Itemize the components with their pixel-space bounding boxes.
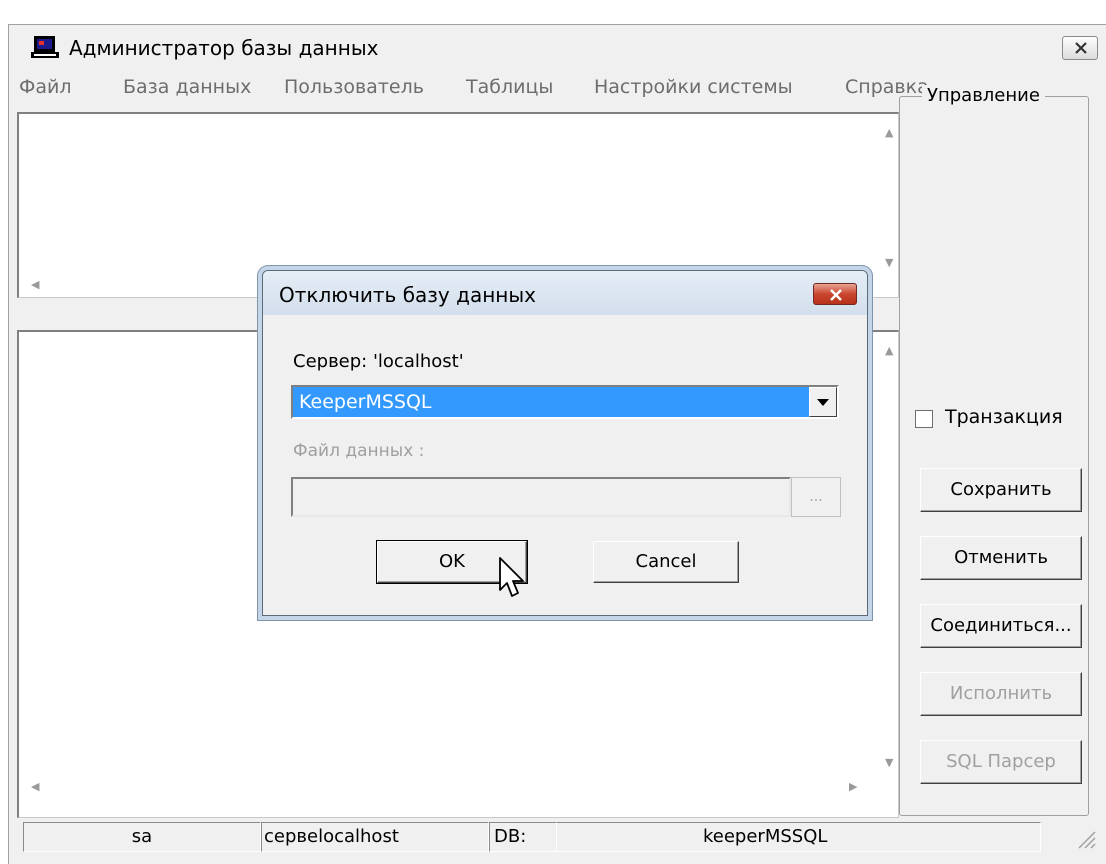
menu-file[interactable]: Файл: [19, 76, 72, 98]
menu-tables[interactable]: Таблицы: [466, 76, 553, 98]
status-db-label: DB:: [489, 822, 557, 852]
connect-button[interactable]: Соединиться...: [920, 604, 1082, 648]
dialog-close-button[interactable]: [813, 283, 857, 305]
window-close-button[interactable]: [1062, 36, 1098, 60]
execute-button[interactable]: Исполнить: [920, 672, 1082, 716]
dialog-title: Отключить базу данных: [279, 283, 536, 307]
status-bar: sa сервеlocalhost DB: keeperMSSQL: [17, 822, 1102, 852]
save-button[interactable]: Сохранить: [920, 468, 1082, 512]
status-server: сервеlocalhost: [261, 822, 489, 852]
resize-grip-icon[interactable]: [1073, 826, 1097, 850]
datafile-field[interactable]: [291, 477, 791, 517]
dialog-title-bar: Отключить базу данных: [263, 271, 867, 315]
dropdown-button[interactable]: [809, 387, 837, 417]
transaction-label: Транзакция: [945, 406, 1063, 428]
detach-database-dialog: Отключить базу данных Сервер: 'localhost…: [262, 270, 868, 616]
checkbox-box[interactable]: [915, 410, 933, 428]
scroll-right-icon[interactable]: ▶: [849, 780, 857, 793]
mouse-pointer-icon: [499, 557, 524, 597]
scroll-up-icon[interactable]: ▲: [885, 126, 893, 139]
control-group-label: Управление: [922, 85, 1045, 106]
scroll-down-icon[interactable]: ▼: [885, 256, 893, 269]
chevron-down-icon: [817, 399, 829, 406]
scroll-up-icon[interactable]: ▲: [885, 344, 893, 357]
browse-button[interactable]: ...: [791, 477, 841, 517]
cancel-changes-button[interactable]: Отменить: [920, 536, 1082, 580]
cancel-button[interactable]: Cancel: [593, 541, 739, 583]
selected-database: KeeperMSSQL: [299, 391, 432, 413]
server-label: Сервер: 'localhost': [293, 351, 464, 372]
close-icon: [830, 289, 842, 301]
menu-user[interactable]: Пользователь: [284, 76, 424, 98]
menu-system-settings[interactable]: Настройки системы: [594, 76, 793, 98]
status-db-name: keeperMSSQL: [557, 822, 1041, 852]
status-user: sa: [23, 822, 261, 852]
app-icon: [31, 36, 59, 58]
close-icon: [1075, 42, 1087, 54]
datafile-label: Файл данных :: [293, 441, 425, 461]
scroll-down-icon[interactable]: ▼: [885, 756, 893, 769]
menu-database[interactable]: База данных: [123, 76, 251, 98]
scroll-left-icon[interactable]: ◀: [31, 780, 39, 793]
window-title: Администратор базы данных: [69, 36, 379, 60]
sql-parser-button[interactable]: SQL Парсер: [920, 740, 1082, 784]
scroll-left-icon[interactable]: ◀: [31, 278, 39, 291]
database-select[interactable]: KeeperMSSQL: [291, 385, 839, 419]
dialog-body: Сервер: 'localhost' KeeperMSSQL Файл дан…: [269, 315, 861, 609]
title-bar: Администратор базы данных: [9, 25, 1106, 73]
menu-help[interactable]: Справка: [845, 76, 929, 98]
